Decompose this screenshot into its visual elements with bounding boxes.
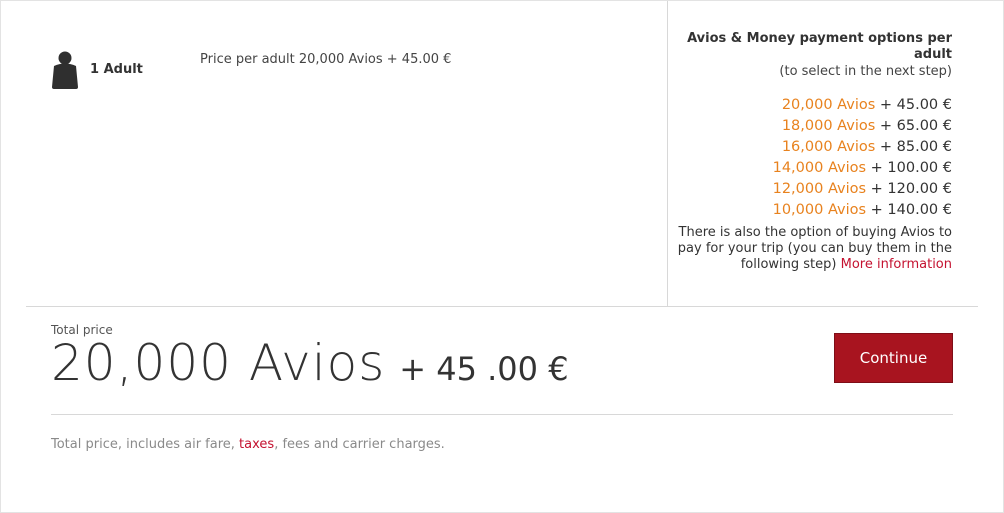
footer-divider <box>51 414 953 415</box>
option-avios: 18,000 Avios <box>781 118 876 134</box>
option-avios: 12,000 Avios <box>772 181 867 197</box>
payment-option-row: 14,000 Avios + 100.00 € <box>672 158 952 179</box>
payment-options-title: Avios & Money payment options per adult <box>687 31 952 62</box>
horizontal-divider <box>26 306 978 307</box>
payment-options-list: 20,000 Avios + 45.00 € 18,000 Avios + 65… <box>672 95 952 221</box>
continue-button[interactable]: Continue <box>834 333 953 383</box>
payment-option-row: 12,000 Avios + 120.00 € <box>672 179 952 200</box>
buy-avios-note: There is also the option of buying Avios… <box>672 225 952 273</box>
footnote-suffix: , fees and carrier charges. <box>274 437 445 452</box>
payment-option-row: 16,000 Avios + 85.00 € <box>672 137 952 158</box>
option-money: + 45.00 € <box>875 97 952 113</box>
payment-option-row: 18,000 Avios + 65.00 € <box>672 116 952 137</box>
total-price-footnote: Total price, includes air fare, taxes, f… <box>51 437 445 452</box>
total-money: + 45 .00 € <box>399 350 569 388</box>
payment-option-row: 20,000 Avios + 45.00 € <box>672 95 952 116</box>
option-money: + 120.00 € <box>866 181 952 197</box>
price-per-adult-text: Price per adult 20,000 Avios + 45.00 € <box>200 52 452 67</box>
total-price-value: 20,000 Avios + 45 .00 € <box>51 334 569 392</box>
option-avios: 10,000 Avios <box>772 202 867 218</box>
option-money: + 85.00 € <box>875 139 952 155</box>
option-money: + 65.00 € <box>875 118 952 134</box>
more-information-link[interactable]: More information <box>841 257 952 272</box>
person-icon <box>52 51 78 89</box>
option-money: + 140.00 € <box>866 202 952 218</box>
vertical-divider <box>667 1 668 306</box>
option-avios: 14,000 Avios <box>772 160 867 176</box>
payment-option-row: 10,000 Avios + 140.00 € <box>672 200 952 221</box>
passenger-count-label: 1 Adult <box>90 62 143 77</box>
option-avios: 16,000 Avios <box>781 139 876 155</box>
taxes-link[interactable]: taxes <box>239 437 274 452</box>
payment-options-panel: Avios & Money payment options per adult … <box>672 31 952 273</box>
payment-options-subtitle: (to select in the next step) <box>779 64 952 79</box>
footnote-prefix: Total price, includes air fare, <box>51 437 240 452</box>
total-avios: 20,000 Avios <box>51 334 386 392</box>
option-avios: 20,000 Avios <box>781 97 876 113</box>
option-money: + 100.00 € <box>866 160 952 176</box>
